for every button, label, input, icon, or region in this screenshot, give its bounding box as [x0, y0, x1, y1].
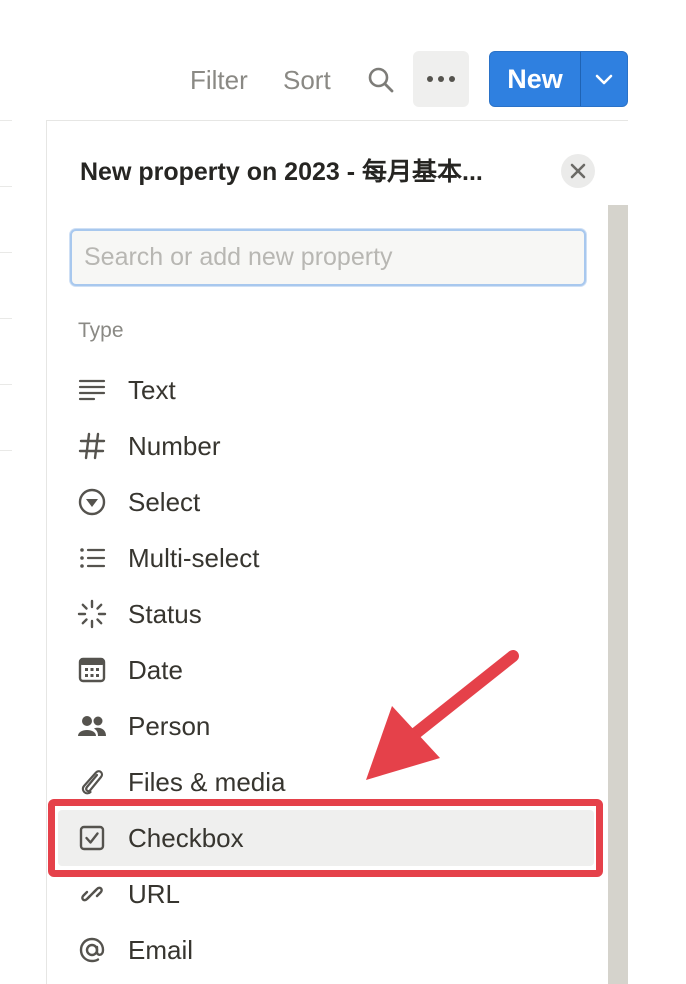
- hash-icon: [58, 418, 122, 474]
- new-dropdown-button[interactable]: [581, 52, 627, 106]
- type-item-multi-select[interactable]: Multi-select: [58, 530, 594, 586]
- new-button[interactable]: New: [490, 52, 581, 106]
- search-button[interactable]: [362, 60, 400, 100]
- type-item-label: Text: [128, 374, 176, 405]
- type-item-label: Status: [128, 598, 202, 629]
- type-item-person[interactable]: Person: [58, 698, 594, 754]
- type-item-label: Person: [128, 710, 211, 741]
- close-icon: [570, 163, 586, 179]
- type-item-date[interactable]: Date: [58, 642, 594, 698]
- list-icon: [58, 530, 122, 586]
- type-item-label: Email: [128, 934, 194, 965]
- property-search-input[interactable]: [70, 229, 586, 286]
- sort-button[interactable]: Sort: [283, 60, 331, 100]
- status-spinner-icon: [58, 586, 122, 642]
- more-options-button[interactable]: [413, 51, 469, 107]
- annotation-highlight-box: [48, 799, 603, 877]
- type-section-label: Type: [78, 319, 124, 342]
- text-lines-icon: [58, 362, 122, 418]
- type-item-label: Multi-select: [128, 542, 260, 573]
- filter-button[interactable]: Filter: [190, 60, 248, 100]
- table-row-divider: [0, 384, 12, 385]
- type-item-status[interactable]: Status: [58, 586, 594, 642]
- type-item-text[interactable]: Text: [58, 362, 594, 418]
- table-row-divider: [0, 120, 12, 121]
- calendar-icon: [58, 642, 122, 698]
- people-icon: [58, 698, 122, 754]
- type-item-number[interactable]: Number: [58, 418, 594, 474]
- table-row-divider: [0, 186, 12, 187]
- type-item-label: URL: [128, 878, 181, 909]
- panel-scrollbar[interactable]: [608, 205, 628, 984]
- type-item-label: Select: [128, 486, 201, 517]
- type-item-label: Files & media: [128, 766, 286, 797]
- type-item-email[interactable]: Email: [58, 922, 594, 978]
- panel-title: New property on 2023 - 每月基本...: [80, 158, 483, 186]
- select-circle-icon: [58, 474, 122, 530]
- type-item-label: Number: [128, 430, 221, 461]
- type-item-label: Date: [128, 654, 183, 685]
- at-icon: [58, 922, 122, 978]
- chevron-down-icon: [595, 74, 613, 85]
- new-button-group: New: [489, 51, 628, 107]
- table-row-divider: [0, 252, 12, 253]
- table-row-divider: [0, 450, 12, 451]
- type-item-select[interactable]: Select: [58, 474, 594, 530]
- close-button[interactable]: [561, 154, 595, 188]
- search-icon: [368, 67, 394, 93]
- more-horizontal-icon: [427, 76, 455, 82]
- table-row-divider: [0, 318, 12, 319]
